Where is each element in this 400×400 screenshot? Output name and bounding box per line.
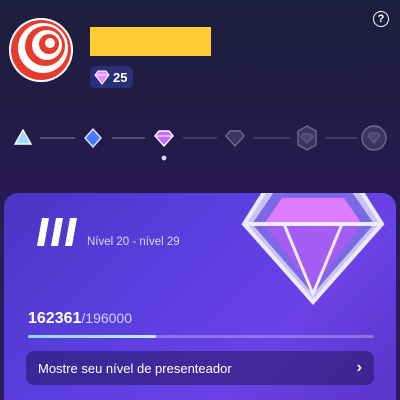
progress-bar-fill bbox=[28, 335, 157, 338]
level-stage-3-icon[interactable] bbox=[154, 130, 174, 148]
pink-diamond-icon bbox=[94, 70, 110, 85]
level-stage-2-icon[interactable] bbox=[84, 127, 102, 149]
cta-label: Mostre seu nível de presenteador bbox=[38, 360, 232, 376]
level-track bbox=[0, 122, 400, 168]
progress-max: 196000 bbox=[85, 310, 132, 326]
gem-count-badge[interactable]: 25 bbox=[90, 66, 134, 88]
level-stage-6-icon[interactable] bbox=[361, 125, 387, 151]
progress-current: 162361 bbox=[28, 310, 82, 327]
level-stage-4-icon[interactable] bbox=[225, 130, 245, 148]
username-redacted bbox=[90, 27, 211, 56]
show-gifter-level-button[interactable]: Mostre seu nível de presenteador › bbox=[26, 351, 374, 385]
gem-count-value: 25 bbox=[113, 69, 128, 85]
large-diamond-icon bbox=[241, 193, 385, 306]
current-stage-dot bbox=[161, 155, 167, 161]
level-stage-1-icon[interactable] bbox=[13, 128, 33, 145]
target-icon bbox=[9, 18, 73, 82]
help-icon[interactable]: ? bbox=[373, 11, 389, 27]
chevron-right-icon: › bbox=[356, 359, 362, 376]
level-stage-5-icon[interactable] bbox=[297, 125, 317, 151]
level-range-text: Nível 20 - nível 29 bbox=[87, 236, 180, 248]
tier-numeral-graphic bbox=[37, 218, 77, 246]
progress-bar bbox=[28, 335, 374, 338]
progress-text: 162361/196000 bbox=[28, 310, 132, 328]
level-card: Nível 20 - nível 29 162361/196000 Mostre… bbox=[4, 193, 396, 400]
avatar[interactable] bbox=[9, 18, 73, 82]
